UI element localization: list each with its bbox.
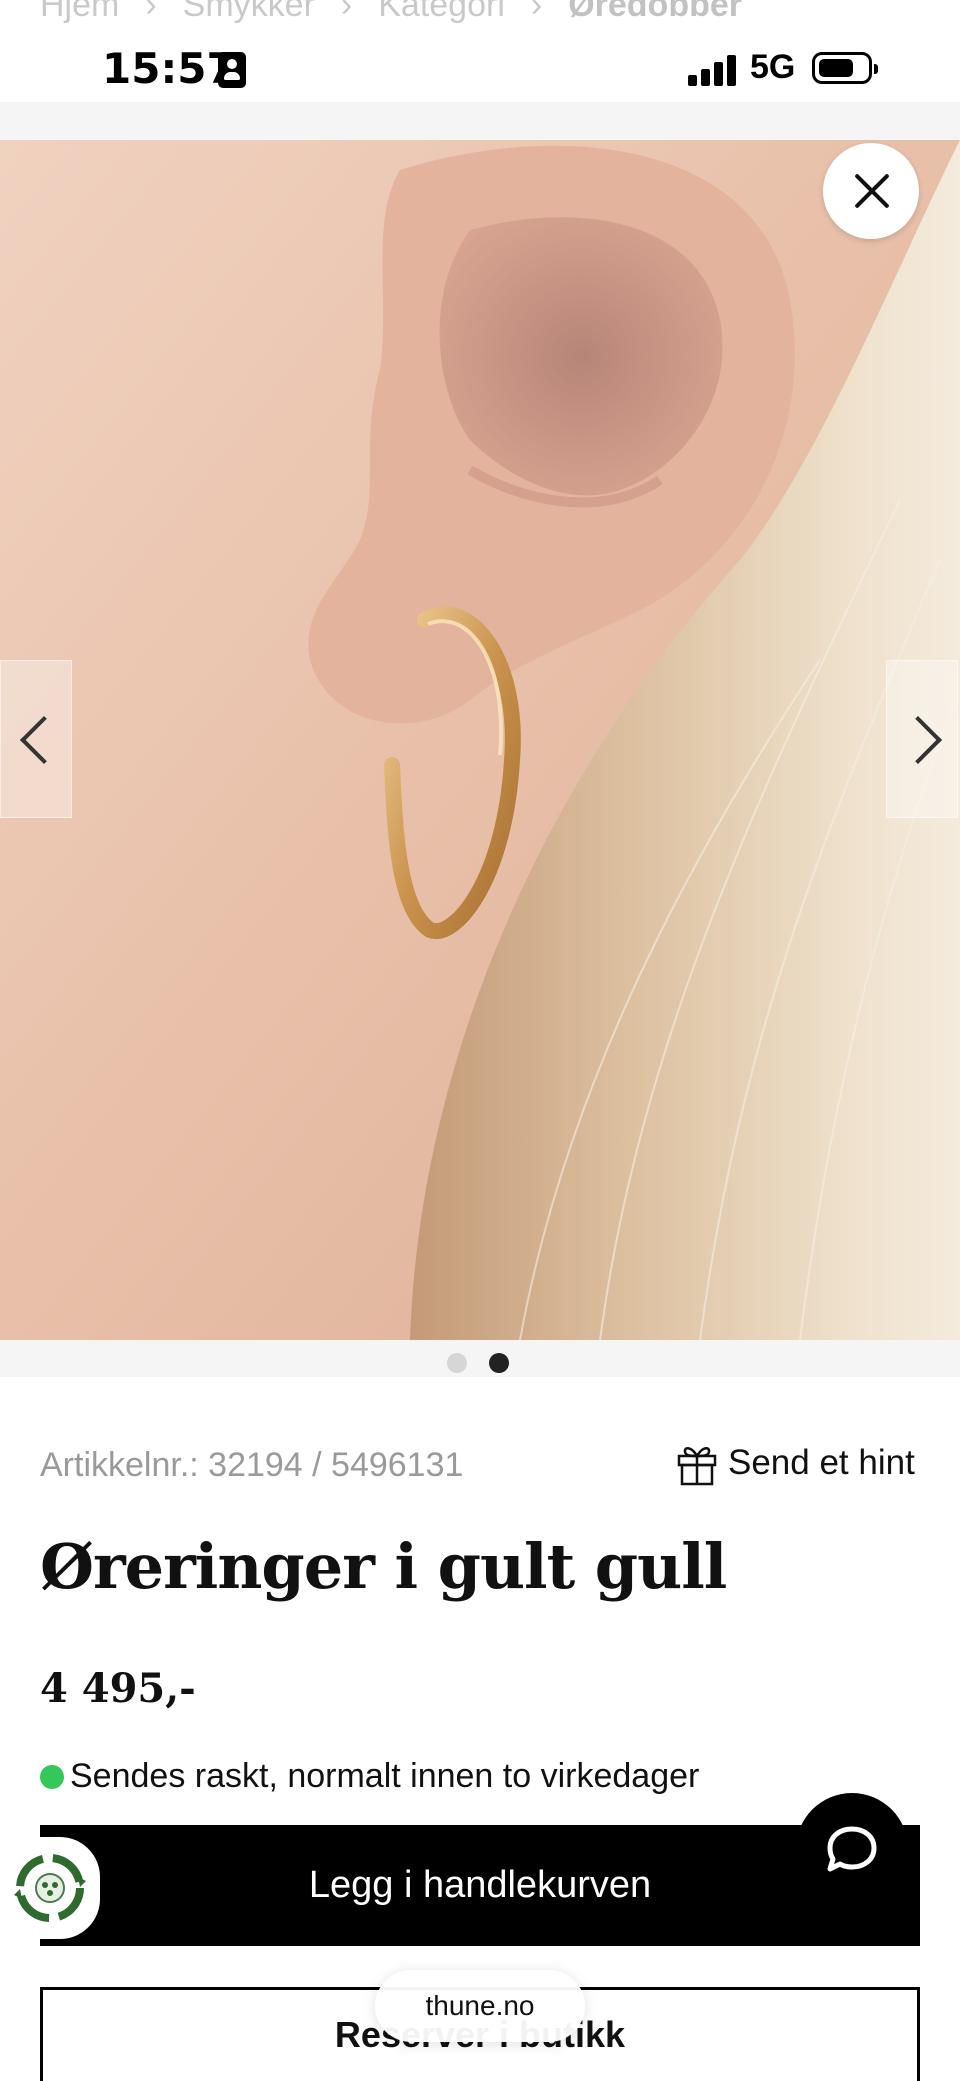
gallery-pagination: [447, 1353, 509, 1373]
browser-url: thune.no: [425, 1990, 535, 2021]
eco-icon: [14, 1854, 86, 1922]
chevron-left-icon: [19, 715, 69, 765]
chat-icon: [827, 1826, 877, 1872]
id-card-icon: [218, 52, 246, 88]
product-photo-ear-earring: [0, 140, 960, 1340]
gallery-prev-button[interactable]: [0, 660, 72, 818]
browser-url-bar[interactable]: thune.no: [375, 1970, 585, 2042]
network-label: 5G: [750, 48, 796, 86]
signal-icon: [688, 54, 738, 86]
chevron-right-icon: [893, 715, 943, 765]
breadcrumb-item-home[interactable]: Hjem: [40, 0, 119, 25]
status-bar: 15:57 5G: [0, 40, 960, 100]
shipping-info: Sendes raskt, normalt innen to virkedage…: [40, 1757, 699, 1796]
gallery-dot[interactable]: [447, 1353, 467, 1373]
close-button[interactable]: [823, 143, 919, 239]
product-sku: Artikkelnr.: 32194 / 5496131: [40, 1446, 464, 1484]
product-title: Øreringer i gult gull: [40, 1530, 727, 1603]
add-to-cart-label: Legg i handlekurven: [308, 1864, 652, 1906]
product-page: Hjem › Smykker › Kategori › Øredobber 15…: [0, 0, 960, 2081]
gift-icon: [677, 1447, 717, 1486]
breadcrumb-item-current: Øredobber: [568, 0, 743, 24]
breadcrumb-separator-icon: ›: [530, 0, 543, 24]
product-price: 4 495,-: [40, 1665, 196, 1712]
status-time: 15:57: [102, 44, 236, 93]
breadcrumb: Hjem › Smykker › Kategori › Øredobber: [40, 0, 742, 25]
eco-badge[interactable]: [0, 1837, 100, 1939]
send-hint-label: Send et hint: [728, 1443, 915, 1482]
breadcrumb-separator-icon: ›: [145, 0, 157, 24]
breadcrumb-separator-icon: ›: [340, 0, 353, 24]
send-hint-button[interactable]: Send et hint: [676, 1440, 915, 1486]
chat-button[interactable]: [796, 1793, 908, 1905]
product-image[interactable]: [0, 140, 960, 1340]
breadcrumb-item-jewelry[interactable]: Smykker: [183, 0, 315, 25]
shipping-text: Sendes raskt, normalt innen to virkedage…: [70, 1757, 700, 1795]
gallery-next-button[interactable]: [886, 660, 958, 818]
add-to-cart-button[interactable]: Legg i handlekurven: [40, 1825, 920, 1946]
battery-icon: [812, 52, 878, 84]
gallery-dot-active[interactable]: [489, 1353, 509, 1373]
breadcrumb-item-category[interactable]: Kategori: [378, 0, 505, 25]
in-stock-status-icon: [40, 1764, 64, 1789]
